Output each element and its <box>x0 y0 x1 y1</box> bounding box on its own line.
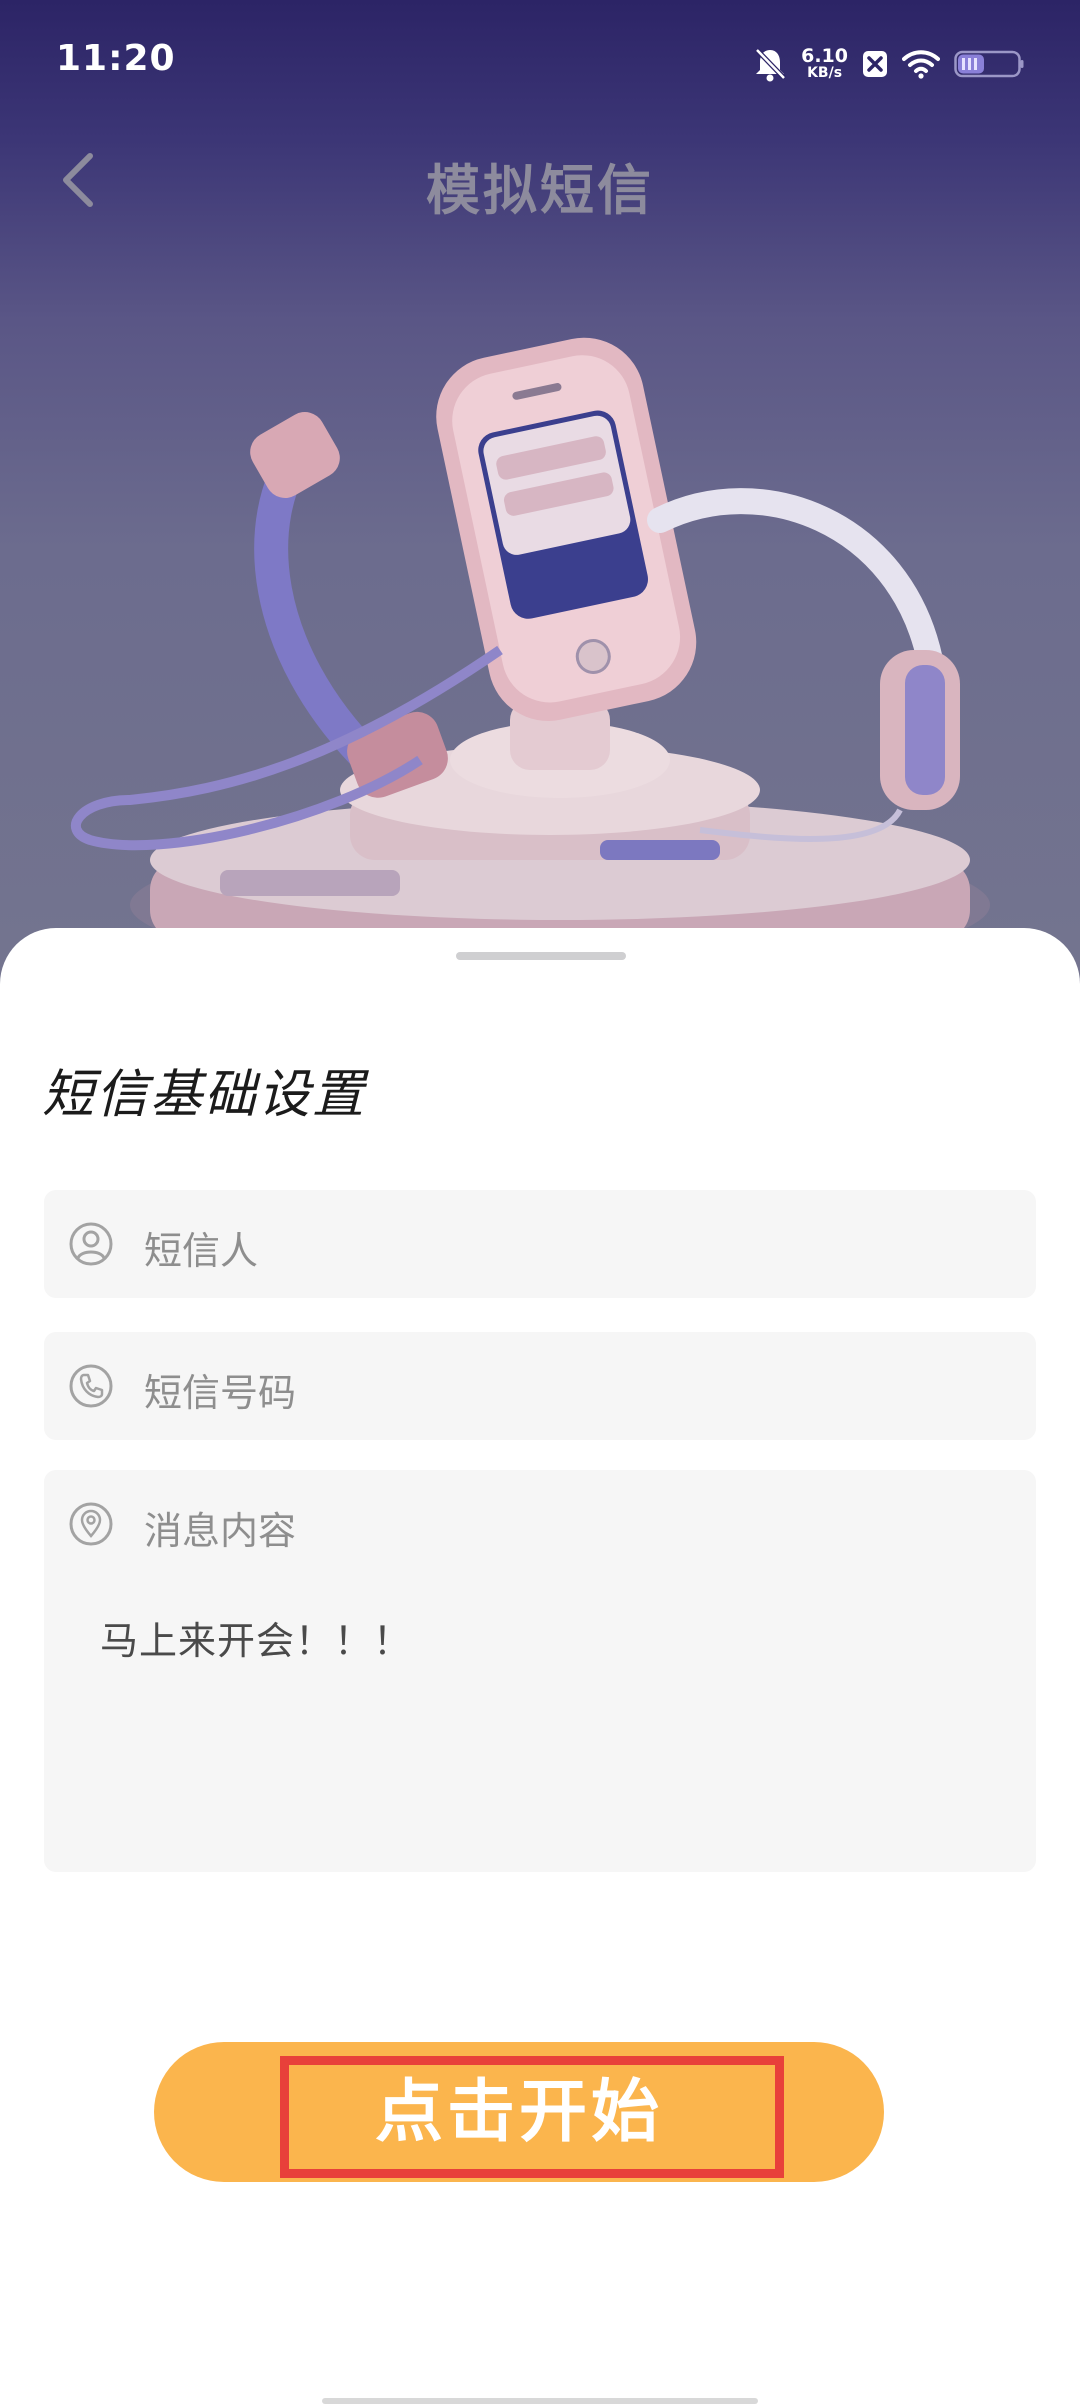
start-button[interactable]: 点击开始 <box>154 2042 884 2182</box>
status-icons: 6.10 KB/s <box>753 40 1024 88</box>
home-indicator <box>322 2398 758 2404</box>
network-speed-unit: KB/s <box>807 65 843 81</box>
network-speed-value: 6.10 <box>801 45 848 67</box>
location-pin-icon <box>69 1502 113 1546</box>
wifi-icon <box>902 50 940 79</box>
battery-icon <box>954 50 1024 78</box>
message-text[interactable]: 马上来开会！！！ <box>100 1610 412 1665</box>
page-title: 模拟短信 <box>426 159 654 222</box>
x-badge-icon <box>863 51 887 77</box>
user-circle-icon <box>69 1222 113 1266</box>
sender-field[interactable]: 短信人 <box>44 1190 1036 1298</box>
message-placeholder: 消息内容 <box>144 1509 297 1553</box>
start-button-label: 点击开始 <box>374 2074 663 2150</box>
bell-muted-icon <box>755 48 786 82</box>
phone-icon <box>69 1364 113 1408</box>
phone-placeholder: 短信号码 <box>144 1371 297 1415</box>
section-title: 短信基础设置 <box>42 1065 367 1125</box>
sheet-drag-handle[interactable] <box>456 952 626 960</box>
sender-placeholder: 短信人 <box>144 1229 259 1273</box>
network-speed: 6.10 KB/s <box>801 47 848 81</box>
message-content-field[interactable]: 消息内容 马上来开会！！！ <box>44 1470 1036 1872</box>
status-bar: 11:20 6.10 KB/s <box>0 0 1080 126</box>
status-time: 11:20 <box>56 38 176 79</box>
phone-number-field[interactable]: 短信号码 <box>44 1332 1036 1440</box>
settings-sheet: 短信基础设置 短信人 短信号码 消息内容 马上来开会！！！ 点击开始 <box>0 928 1080 2408</box>
